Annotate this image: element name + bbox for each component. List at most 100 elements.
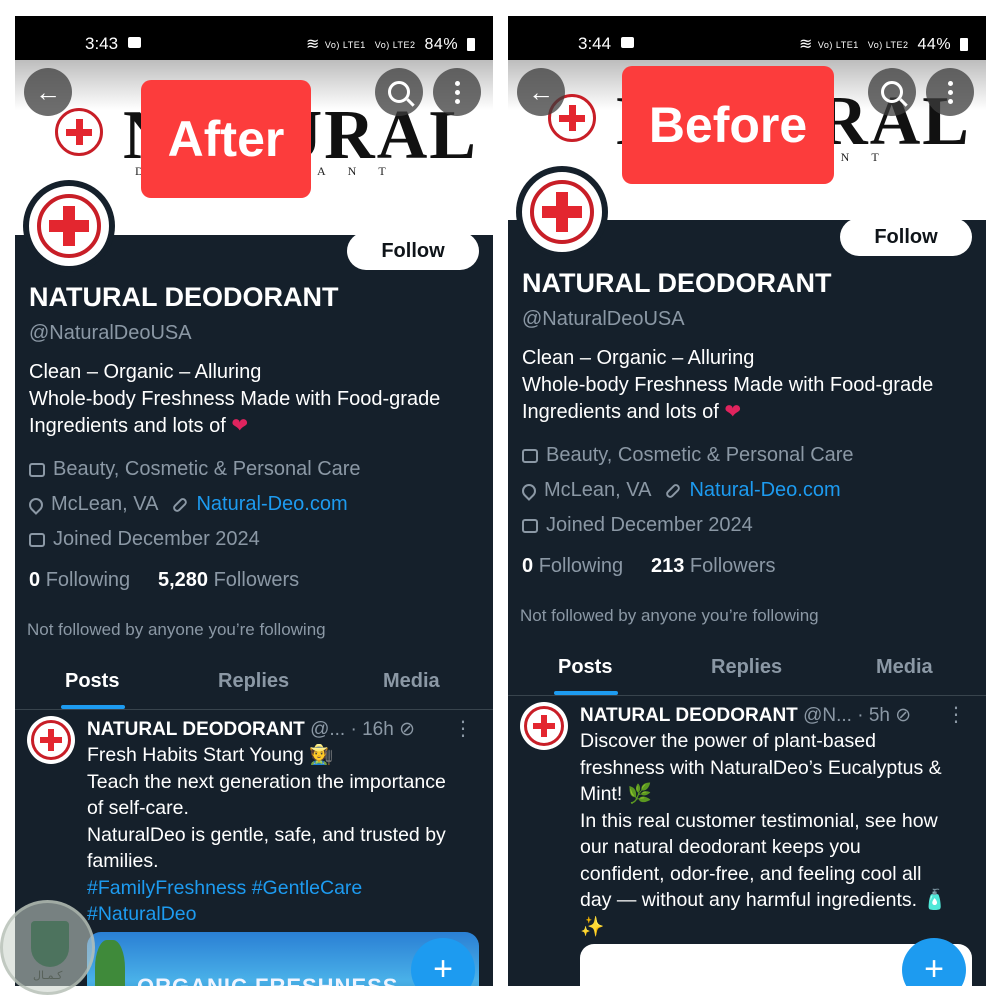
not-followed-notice: Not followed by anyone you’re following <box>27 620 326 639</box>
banner-logo-icon <box>55 108 103 156</box>
location-pin-icon <box>26 494 46 515</box>
following-link[interactable]: 0 Following <box>522 555 623 577</box>
network-lte2-icon: Vo) LTE2 <box>374 39 416 50</box>
watermark-seal: كـمـال <box>0 900 95 995</box>
post-avatar[interactable] <box>27 716 75 764</box>
battery-percent: 44% <box>917 36 952 53</box>
follow-button[interactable]: Follow <box>347 232 479 270</box>
arrow-left-icon: ← <box>35 76 61 107</box>
following-link[interactable]: 0 Following <box>29 569 130 591</box>
grok-icon[interactable]: ⊘ <box>895 705 911 726</box>
gallery-notification-icon <box>621 37 634 48</box>
search-icon <box>388 81 410 103</box>
tab-posts[interactable]: Posts <box>65 670 119 693</box>
post-line: our natural deodorant keeps you <box>580 836 861 858</box>
tab-media[interactable]: Media <box>383 670 440 693</box>
tab-replies[interactable]: Replies <box>218 670 289 693</box>
more-options-button[interactable] <box>433 68 481 116</box>
calendar-icon <box>522 518 538 533</box>
avatar-logo-icon <box>530 180 594 244</box>
location-text: McLean, VA <box>544 479 652 501</box>
post-text: Discover the power of plant-based freshn… <box>580 728 972 940</box>
more-options-button[interactable] <box>926 68 974 116</box>
post-more-icon[interactable]: ⋮ <box>453 716 473 741</box>
bio-line: Whole-body Freshness Made with Food-grad… <box>522 374 934 396</box>
post-line: In this real customer testimonial, see h… <box>580 809 938 832</box>
profile-handle: @NaturalDeoUSA <box>522 308 685 330</box>
post-time: · 16h <box>350 719 394 740</box>
before-phone-screen: 3:44 ≋ Vo) LTE1 Vo) LTE2 44% NATURAL DEO… <box>508 16 986 986</box>
post-hashtags[interactable]: #NaturalDeo <box>87 901 479 928</box>
back-button[interactable]: ← <box>517 68 565 116</box>
profile-name: NATURAL DEODORANT <box>29 282 339 312</box>
joined-text: Joined December 2024 <box>546 514 753 536</box>
search-button[interactable] <box>868 68 916 116</box>
battery-icon <box>960 38 968 52</box>
heart-icon: ❤ <box>724 401 742 423</box>
post-line: NaturalDeo is gentle, safe, and trusted … <box>87 823 446 846</box>
location-text: McLean, VA <box>51 493 159 515</box>
tab-replies[interactable]: Replies <box>711 656 782 679</box>
status-time: 3:44 <box>578 34 612 53</box>
website-link[interactable]: Natural-Deo.com <box>689 479 840 502</box>
search-button[interactable] <box>375 68 423 116</box>
post-avatar[interactable] <box>520 702 568 750</box>
gallery-notification-icon <box>128 37 141 48</box>
grok-icon[interactable]: ⊘ <box>399 719 415 740</box>
bio-line: Ingredients and lots of <box>29 415 226 437</box>
calendar-icon <box>29 532 45 547</box>
post-avatar-logo-icon <box>524 706 564 746</box>
more-vertical-icon <box>947 80 953 104</box>
post-line: Teach the next generation the importance <box>87 770 446 793</box>
post-avatar-logo-icon <box>31 720 71 760</box>
before-label: Before <box>622 66 834 184</box>
category-text: Beauty, Cosmetic & Personal Care <box>546 444 854 466</box>
post-handle: @N... <box>803 705 852 726</box>
profile-location-row: McLean, VA Natural-Deo.com <box>26 493 348 516</box>
briefcase-icon <box>29 462 45 477</box>
post-author[interactable]: NATURAL DEODORANT <box>87 719 305 740</box>
network-lte2-icon: Vo) LTE2 <box>867 39 909 50</box>
status-right-icons: ≋ Vo) LTE1 Vo) LTE2 84% <box>306 34 475 54</box>
not-followed-notice: Not followed by anyone you’re following <box>520 606 819 625</box>
bio-line: Clean – Organic – Alluring <box>29 361 262 383</box>
follow-button[interactable]: Follow <box>840 218 972 256</box>
palm-tree-icon <box>95 940 125 986</box>
profile-avatar[interactable] <box>25 182 113 270</box>
post-line: of self-care. <box>87 797 189 819</box>
website-link[interactable]: Natural-Deo.com <box>196 493 347 516</box>
post-author[interactable]: NATURAL DEODORANT <box>580 705 798 726</box>
link-icon <box>664 482 682 499</box>
followers-link[interactable]: 5,280 Followers <box>158 569 299 591</box>
shield-icon <box>31 921 69 967</box>
heart-icon: ❤ <box>231 415 249 437</box>
network-lte1-icon: Vo) LTE1 <box>817 39 859 50</box>
profile-stats: 0 Following 213 Followers <box>522 555 775 578</box>
active-tab-indicator <box>554 691 618 695</box>
profile-name: NATURAL DEODORANT <box>522 268 832 298</box>
bio-line: Clean – Organic – Alluring <box>522 347 755 369</box>
joined-text: Joined December 2024 <box>53 528 260 550</box>
profile-bio: Clean – Organic – Alluring Whole-body Fr… <box>29 359 489 440</box>
bio-line: Ingredients and lots of <box>522 401 719 423</box>
post-time: · 5h <box>857 705 890 726</box>
profile-avatar[interactable] <box>518 168 606 256</box>
status-time: 3:43 <box>85 34 119 53</box>
post-hashtags[interactable]: #FamilyFreshness #GentleCare <box>87 875 479 902</box>
arrow-left-icon: ← <box>528 76 554 107</box>
tab-posts[interactable]: Posts <box>558 656 612 679</box>
avatar-logo-icon <box>37 194 101 258</box>
post-handle: @... <box>310 719 346 740</box>
status-right-icons: ≋ Vo) LTE1 Vo) LTE2 44% <box>799 34 968 54</box>
after-label: After <box>141 80 311 198</box>
post-line: freshness with NaturalDeo’s Eucalyptus & <box>580 756 942 779</box>
active-tab-indicator <box>61 705 125 709</box>
tab-media[interactable]: Media <box>876 656 933 679</box>
link-icon <box>171 496 189 513</box>
battery-percent: 84% <box>424 36 459 53</box>
post-more-icon[interactable]: ⋮ <box>946 702 966 727</box>
post-line: Fresh Habits Start Young 🧑‍🌾 <box>87 744 334 766</box>
post-line: ✨ <box>580 915 605 938</box>
back-button[interactable]: ← <box>24 68 72 116</box>
followers-link[interactable]: 213 Followers <box>651 555 776 577</box>
